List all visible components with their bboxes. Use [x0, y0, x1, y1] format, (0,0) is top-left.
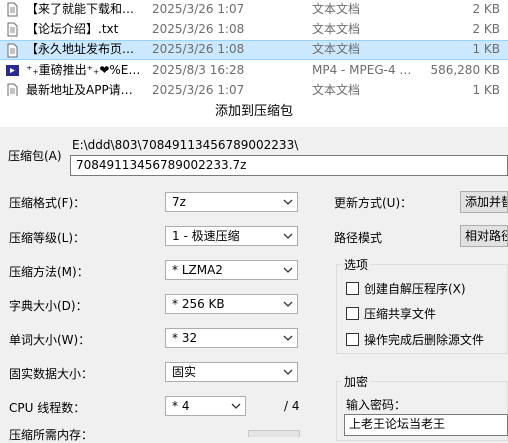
dict-label: 字典大小(D)： — [9, 299, 88, 313]
format-label: 压缩格式(F)： — [9, 196, 86, 210]
method-label: 压缩方法(M)： — [9, 265, 89, 279]
file-type: 文本文档 — [312, 2, 361, 16]
file-type: MP4 - MPEG-4 … — [312, 63, 412, 77]
sfx-checkbox[interactable] — [346, 282, 359, 295]
update-mode-select[interactable]: 添加并替 — [460, 191, 508, 213]
file-type: 文本文档 — [312, 83, 361, 96]
solid-value: 固实 — [172, 365, 197, 379]
file-size: 2 KB — [472, 22, 500, 36]
method-select[interactable]: * LZMA2 — [165, 260, 298, 280]
file-list: 【来了就能下载和… 2025/3/26 1:07 文本文档 2 KB 【论坛介绍… — [0, 0, 508, 96]
file-date: 2025/3/26 1:08 — [152, 22, 245, 36]
path-mode-select[interactable]: 相对路径 — [460, 225, 508, 247]
cpu-select[interactable]: * 4 — [165, 396, 246, 416]
file-name: 【永久地址发布页… — [26, 42, 135, 56]
memory-label: 压缩所需内存： — [9, 428, 94, 442]
password-value: 上老王论坛当老王 — [349, 417, 446, 431]
format-select[interactable]: 7z — [165, 192, 298, 212]
text-file-icon — [7, 43, 18, 58]
file-row-selected[interactable]: 【永久地址发布页… 2025/3/26 1:08 文本文档 1 KB — [0, 40, 508, 60]
shared-label: 压缩共享文件 — [364, 307, 437, 321]
file-type: 文本文档 — [312, 22, 361, 36]
word-select[interactable]: * 32 — [165, 328, 298, 348]
level-select[interactable]: 1 - 极速压缩 — [165, 226, 298, 246]
file-date: 2025/3/26 1:08 — [152, 42, 245, 56]
file-size: 1 KB — [472, 83, 500, 96]
chevron-down-icon — [231, 403, 241, 409]
update-label: 更新方式(U)： — [334, 196, 413, 210]
file-size: 1 KB — [472, 42, 500, 56]
encryption-title: 加密 — [341, 373, 372, 390]
path-mode-value: 相对路径 — [465, 229, 507, 243]
file-row[interactable]: 最新地址及APP请… 2025/3/26 1:07 文本文档 1 KB — [0, 81, 508, 96]
options-title: 选项 — [341, 256, 372, 273]
level-label: 压缩等级(L)： — [9, 231, 86, 245]
file-name: 最新地址及APP请… — [26, 83, 133, 96]
text-file-icon — [7, 2, 18, 17]
archive-label: 压缩包(A) — [8, 149, 62, 163]
file-type: 文本文档 — [312, 42, 361, 56]
text-file-icon — [7, 83, 18, 96]
cpu-value: * 4 — [172, 399, 190, 413]
cpu-max: / 4 — [284, 399, 300, 413]
solid-select[interactable]: 固实 — [165, 362, 298, 382]
chevron-down-icon — [283, 335, 293, 341]
password-input[interactable]: 上老王论坛当老王 — [344, 414, 508, 436]
chevron-down-icon — [283, 369, 293, 375]
dialog-title: 添加到压缩包 — [0, 96, 508, 127]
mp4-file-icon — [6, 65, 19, 76]
level-value: 1 - 极速压缩 — [172, 229, 240, 243]
solid-label: 固实数据大小： — [9, 367, 94, 381]
delete-label: 操作完成后删除源文件 — [364, 333, 485, 347]
chevron-down-icon — [283, 199, 293, 205]
archive-path: E:\ddd\803\70849113456789002233\ — [72, 138, 299, 152]
file-name: ⁺₊重磅推出⁺₊❤%E… — [26, 63, 141, 77]
chevron-down-icon — [283, 267, 293, 273]
file-size: 586,280 KB — [430, 63, 500, 77]
file-size: 2 KB — [472, 2, 500, 16]
file-row[interactable]: 【来了就能下载和… 2025/3/26 1:07 文本文档 2 KB — [0, 0, 508, 19]
format-value: 7z — [172, 195, 186, 209]
update-mode-value: 添加并替 — [465, 195, 507, 209]
method-value: * LZMA2 — [172, 263, 223, 277]
shared-checkbox[interactable] — [346, 307, 359, 320]
delete-checkbox[interactable] — [346, 333, 359, 346]
sfx-label: 创建自解压程序(X) — [364, 282, 466, 296]
file-date: 2025/3/26 1:07 — [152, 83, 245, 96]
archive-name-input[interactable]: 70849113456789002233.7z — [70, 155, 508, 176]
path-mode-label: 路径模式 — [334, 231, 383, 245]
file-row[interactable]: 【论坛介绍】.txt 2025/3/26 1:08 文本文档 2 KB — [0, 20, 508, 39]
chevron-down-icon — [283, 301, 293, 307]
cpu-label: CPU 线程数： — [9, 401, 86, 415]
file-date: 2025/3/26 1:07 — [152, 2, 245, 16]
word-label: 单词大小(W)： — [9, 333, 91, 347]
file-name: 【来了就能下载和… — [26, 2, 135, 16]
file-row[interactable]: ⁺₊重磅推出⁺₊❤%E… 2025/8/3 16:28 MP4 - MPEG-4… — [0, 61, 508, 80]
archive-name-value: 70849113456789002233.7z — [76, 158, 247, 172]
text-file-icon — [7, 22, 18, 37]
dict-select[interactable]: * 256 KB — [165, 294, 298, 314]
chevron-down-icon — [283, 233, 293, 239]
file-name: 【论坛介绍】.txt — [26, 22, 119, 36]
word-value: * 32 — [172, 331, 198, 345]
file-date: 2025/8/3 16:28 — [152, 63, 245, 77]
add-to-archive-dialog: 添加到压缩包 压缩包(A) E:\ddd\803\708491134567890… — [0, 96, 508, 442]
password-label: 输入密码： — [346, 398, 407, 412]
dict-value: * 256 KB — [172, 297, 225, 311]
